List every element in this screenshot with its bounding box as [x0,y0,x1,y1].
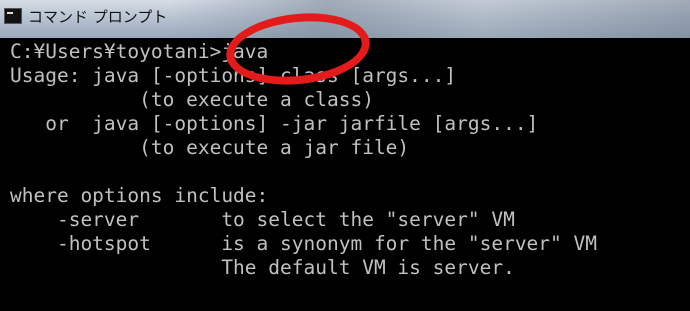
title-bar[interactable]: コマンド プロンプト [0,0,690,38]
window-title: コマンド プロンプト [28,8,168,26]
console-output[interactable]: C:¥Users¥toyotani>java Usage: java [-opt… [0,38,690,311]
console-line: Usage: java [-options] class [args...] [10,64,457,87]
console-line: where options include: [10,184,269,207]
console-line: (to execute a jar file) [10,136,410,159]
command-prompt-window: コマンド プロンプト C:¥Users¥toyotani>java Usage:… [0,0,690,311]
console-line: C:¥Users¥toyotani>java [10,40,269,63]
console-line: The default VM is server. [10,256,515,279]
console-line: -server to select the "server" VM [10,208,515,231]
console-line: or java [-options] -jar jarfile [args...… [10,112,539,135]
console-line: -hotspot is a synonym for the "server" V… [10,232,597,255]
console-icon [4,8,22,24]
title-bar-blur [170,0,690,38]
console-line: (to execute a class) [10,88,374,111]
